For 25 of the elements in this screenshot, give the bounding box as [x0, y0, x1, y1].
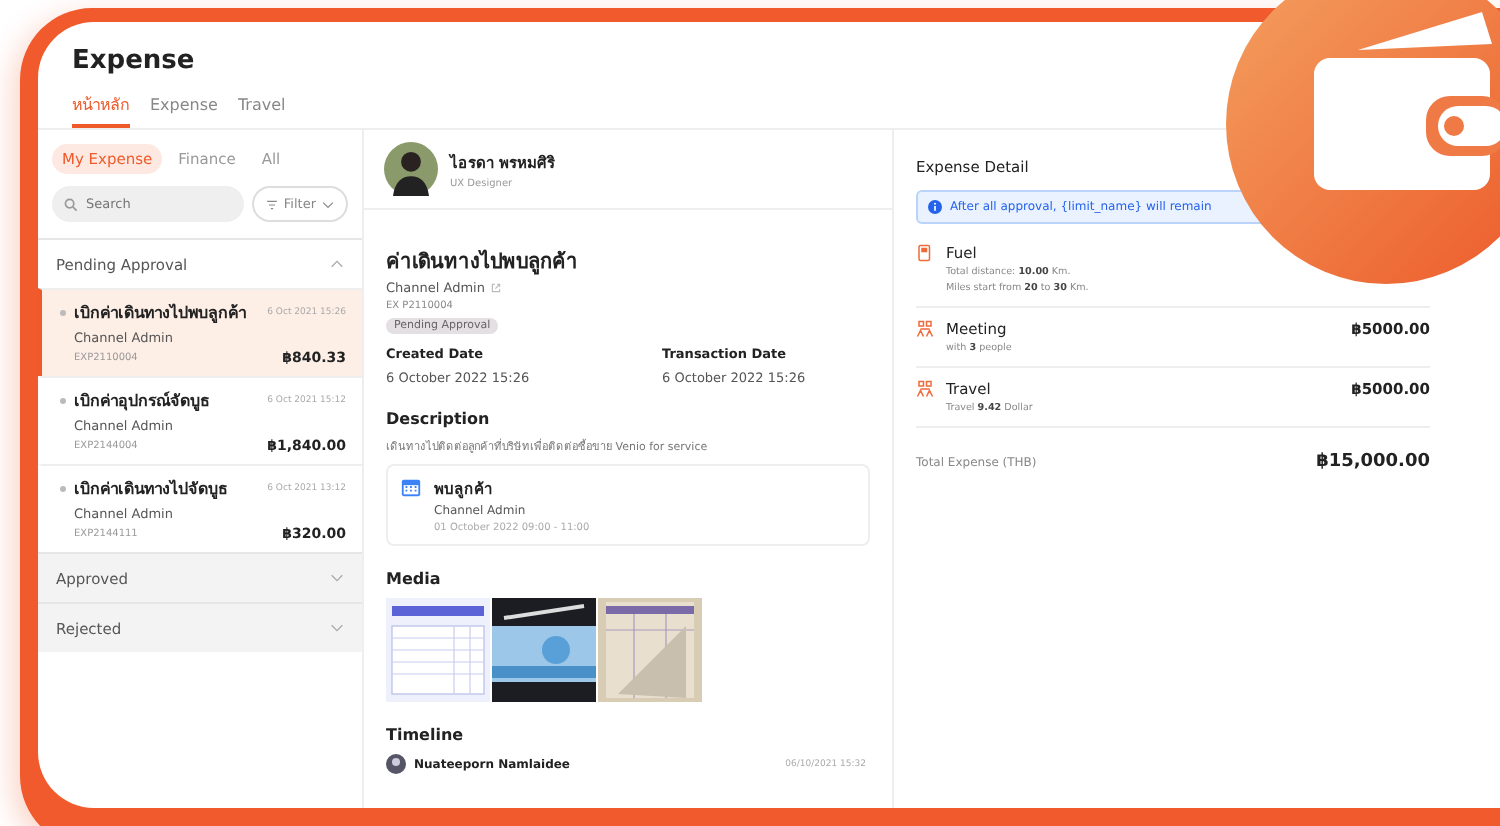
section-heading: Description — [386, 410, 490, 428]
avatar — [386, 754, 406, 774]
filter-icon — [265, 199, 278, 209]
info-icon — [928, 200, 942, 214]
item-title: เบิกค่าเดินทางไปพบลูกค้า — [74, 301, 248, 326]
avatar — [384, 142, 438, 196]
tab[interactable]: หน้าหลัก — [72, 92, 130, 128]
section-heading: Timeline — [386, 726, 464, 744]
item-title: เบิกค่าอุปกรณ์จัดบูธ — [74, 389, 212, 414]
chevron-icon — [330, 574, 344, 582]
people-icon — [916, 320, 934, 338]
tab[interactable]: Travel — [237, 92, 286, 128]
item-title: เบิกค่าเดินทางไปจัดบูธ — [74, 477, 230, 502]
chevron-icon — [330, 260, 344, 268]
chevron-down-icon — [322, 199, 334, 209]
tab[interactable]: Expense — [150, 92, 218, 128]
calendar-icon — [400, 476, 422, 498]
fuel-pump-icon — [916, 244, 934, 262]
app-title: Expense — [72, 46, 197, 76]
chevron-icon — [330, 624, 344, 632]
total-amount: ฿15,000.00 — [1316, 452, 1430, 472]
section-heading: Media — [386, 570, 441, 588]
expense-title: ค่าเดินทางไปพบลูกค้า — [386, 247, 578, 276]
people-icon — [916, 380, 934, 398]
search-icon — [64, 197, 78, 211]
